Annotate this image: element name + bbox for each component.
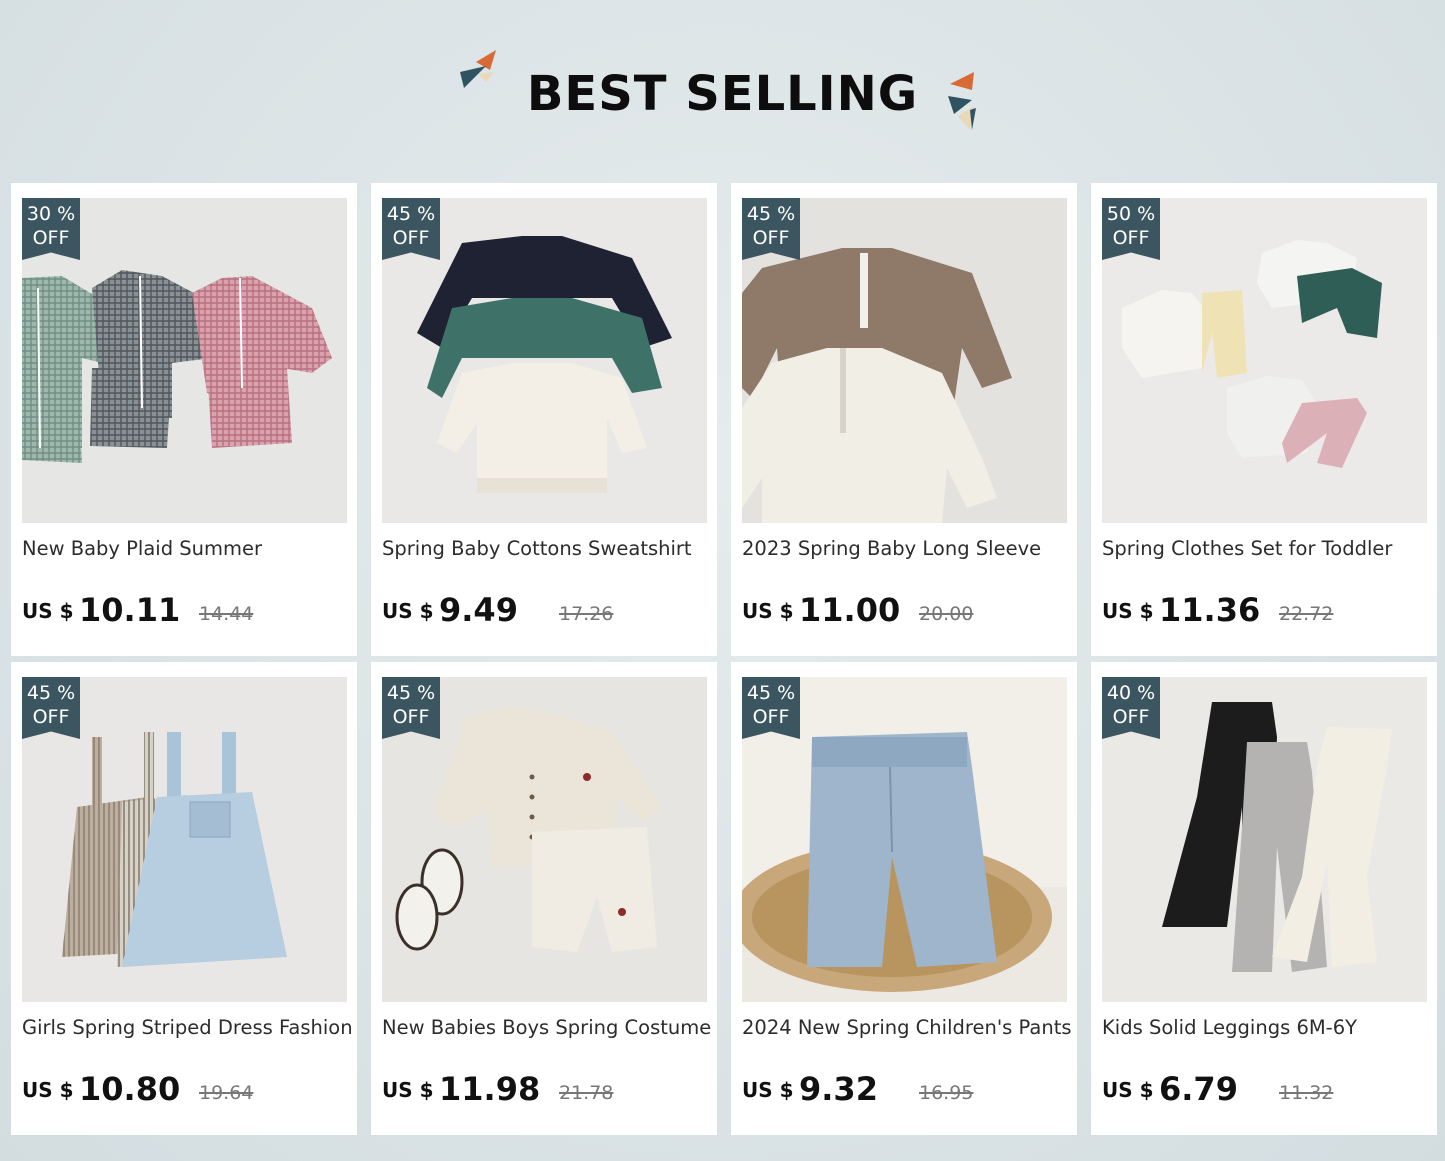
product-title[interactable]: 2024 New Spring Children's Pants xyxy=(742,1016,1072,1039)
product-title[interactable]: New Babies Boys Spring Costume xyxy=(382,1016,712,1039)
sale-price: 6.79 xyxy=(1159,1070,1238,1108)
product-image[interactable]: 50 % OFF xyxy=(1102,198,1427,523)
product-card[interactable]: 45 % OFF Girls Spring Striped Dress Fashi… xyxy=(11,662,357,1135)
discount-badge: 40 % OFF xyxy=(1102,677,1160,739)
product-image[interactable]: 45 % OFF xyxy=(22,677,347,1002)
discount-badge: 45 % OFF xyxy=(382,677,440,739)
product-card[interactable]: 50 % OFF Spring Clothes Set for Toddler U… xyxy=(1091,183,1437,656)
original-price: 11.32 xyxy=(1279,1082,1334,1104)
product-card[interactable]: 45 % OFF Spring Baby Cottons Sweatshirt U… xyxy=(371,183,717,656)
price-row: US $ 11.00 20.00 xyxy=(742,591,1072,633)
sale-price: 10.11 xyxy=(79,591,181,629)
product-card[interactable]: 30 % OFF New Baby Plaid Summer US $ 10.11… xyxy=(11,183,357,656)
product-card[interactable]: 45 % OFF 2024 New Spring Children's Pants… xyxy=(731,662,1077,1135)
price-row: US $ 11.36 22.72 xyxy=(1102,591,1432,633)
price-row: US $ 10.80 19.64 xyxy=(22,1070,352,1112)
product-title[interactable]: 2023 Spring Baby Long Sleeve xyxy=(742,537,1072,560)
original-price: 22.72 xyxy=(1279,603,1334,625)
sale-price: 11.36 xyxy=(1159,591,1261,629)
sale-price: 11.98 xyxy=(439,1070,541,1108)
price-row: US $ 9.49 17.26 xyxy=(382,591,712,633)
product-title[interactable]: New Baby Plaid Summer xyxy=(22,537,352,560)
price-row: US $ 11.98 21.78 xyxy=(382,1070,712,1112)
product-image[interactable]: 45 % OFF xyxy=(382,677,707,1002)
product-card[interactable]: 40 % OFF Kids Solid Leggings 6M-6Y US $ 6… xyxy=(1091,662,1437,1135)
product-card[interactable]: 45 % OFF 2023 Spring Baby Long Sleeve US … xyxy=(731,183,1077,656)
original-price: 14.44 xyxy=(199,603,254,625)
sale-price: 9.49 xyxy=(439,591,518,629)
discount-badge: 45 % OFF xyxy=(742,677,800,739)
original-price: 16.95 xyxy=(919,1082,974,1104)
product-card[interactable]: 45 % OFF New Babies Boys Spring Costume U… xyxy=(371,662,717,1135)
currency-label: US $ xyxy=(382,599,434,623)
currency-label: US $ xyxy=(742,599,794,623)
product-image[interactable]: 45 % OFF xyxy=(742,198,1067,523)
price-row: US $ 9.32 16.95 xyxy=(742,1070,1072,1112)
currency-label: US $ xyxy=(22,1078,74,1102)
product-image[interactable]: 45 % OFF xyxy=(382,198,707,523)
discount-badge: 45 % OFF xyxy=(22,677,80,739)
original-price: 17.26 xyxy=(559,603,614,625)
original-price: 20.00 xyxy=(919,603,974,625)
section-header: BEST SELLING xyxy=(0,0,1445,180)
currency-label: US $ xyxy=(382,1078,434,1102)
sale-price: 10.80 xyxy=(79,1070,181,1108)
currency-label: US $ xyxy=(742,1078,794,1102)
product-image[interactable]: 30 % OFF xyxy=(22,198,347,523)
sale-price: 9.32 xyxy=(799,1070,878,1108)
product-title[interactable]: Girls Spring Striped Dress Fashion xyxy=(22,1016,352,1039)
triangle-decoration-icon xyxy=(948,72,976,130)
currency-label: US $ xyxy=(22,599,74,623)
page-title: BEST SELLING xyxy=(526,66,919,122)
currency-label: US $ xyxy=(1102,1078,1154,1102)
price-row: US $ 10.11 14.44 xyxy=(22,591,352,633)
product-title[interactable]: Spring Clothes Set for Toddler xyxy=(1102,537,1432,560)
original-price: 21.78 xyxy=(559,1082,614,1104)
discount-badge: 45 % OFF xyxy=(742,198,800,260)
sale-price: 11.00 xyxy=(799,591,901,629)
original-price: 19.64 xyxy=(199,1082,254,1104)
discount-badge: 45 % OFF xyxy=(382,198,440,260)
product-image[interactable]: 45 % OFF xyxy=(742,677,1067,1002)
discount-badge: 30 % OFF xyxy=(22,198,80,260)
currency-label: US $ xyxy=(1102,599,1154,623)
discount-badge: 50 % OFF xyxy=(1102,198,1160,260)
product-title[interactable]: Spring Baby Cottons Sweatshirt xyxy=(382,537,712,560)
product-title[interactable]: Kids Solid Leggings 6M-6Y xyxy=(1102,1016,1432,1039)
price-row: US $ 6.79 11.32 xyxy=(1102,1070,1432,1112)
product-image[interactable]: 40 % OFF xyxy=(1102,677,1427,1002)
